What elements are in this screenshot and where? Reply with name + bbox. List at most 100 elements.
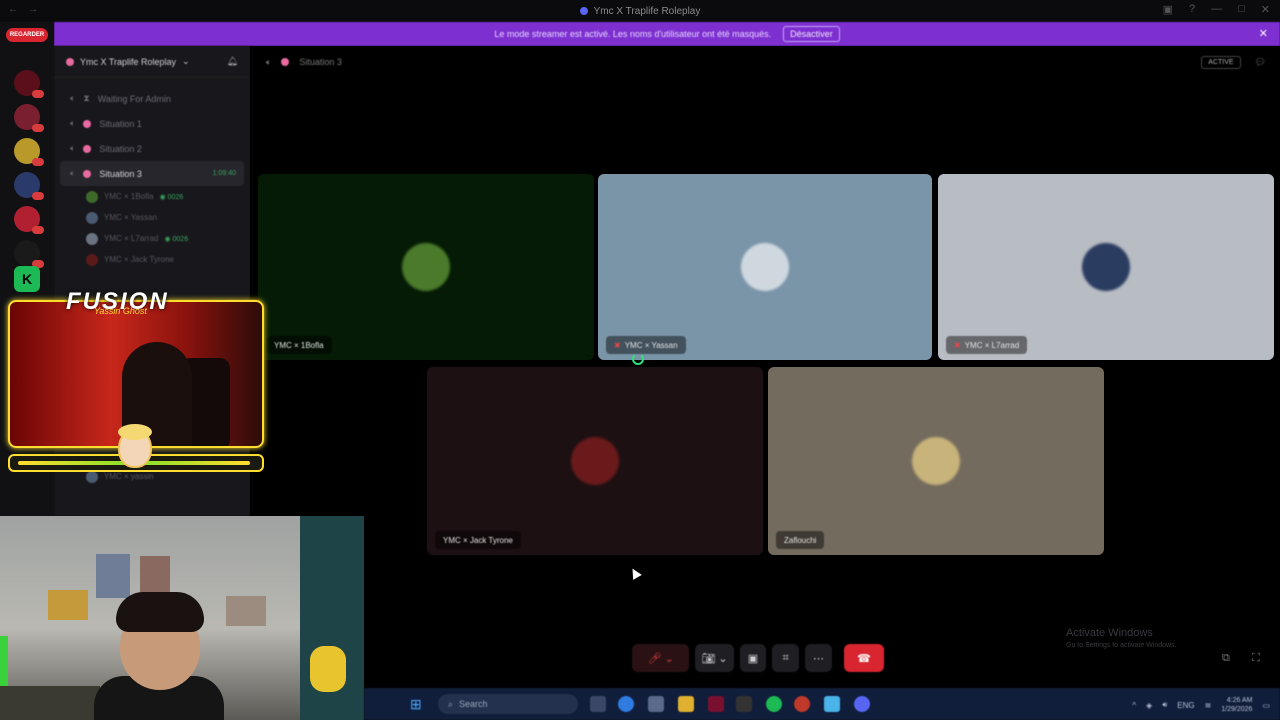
chat-bubble-icon[interactable]: 💬︎ bbox=[1255, 57, 1266, 68]
wall-poster bbox=[140, 556, 170, 596]
server-icon[interactable] bbox=[14, 206, 44, 234]
close-window-icon[interactable]: ✕ bbox=[1261, 3, 1270, 16]
participant-tile[interactable]: Zaflouchi bbox=[768, 367, 1104, 555]
file-explorer-icon[interactable] bbox=[678, 696, 694, 712]
wifi-icon[interactable]: ≋ bbox=[1205, 701, 1212, 710]
bell-icon[interactable]: 🔔︎ bbox=[227, 56, 238, 67]
speaker-icon: 🔈︎ bbox=[266, 56, 272, 67]
activate-windows-watermark: Activate Windows Go to Settings to activ… bbox=[1066, 627, 1177, 649]
participant-nametag: ✖ YMC × Yassan bbox=[606, 336, 686, 354]
window-title: Ymc X Traplife Roleplay bbox=[579, 6, 700, 17]
server-icon[interactable] bbox=[14, 70, 44, 98]
app-icon[interactable] bbox=[824, 696, 840, 712]
hang-up-button[interactable]: ☎ bbox=[843, 644, 885, 672]
voice-channel-situation-3[interactable]: 🔈︎ Situation 3 1:09:40 bbox=[60, 161, 244, 186]
voice-channel-waiting[interactable]: 🔈︎ ⧗ Waiting For Admin bbox=[54, 86, 250, 111]
activities-button[interactable]: ⌗ bbox=[772, 644, 800, 672]
voice-channel-situation-1[interactable]: 🔈︎ Situation 1 bbox=[54, 111, 250, 136]
help-icon[interactable]: ? bbox=[1189, 3, 1195, 16]
member-name: YMC × L7arrad bbox=[104, 234, 159, 243]
server-header[interactable]: Ymc X Traplife Roleplay ⌄ 🔔︎ bbox=[54, 46, 250, 78]
channel-timer: 1:09:40 bbox=[212, 170, 236, 177]
nav-arrows: ← → bbox=[8, 4, 38, 15]
participant-nametag: Zaflouchi bbox=[776, 531, 825, 549]
taskbar-search[interactable]: ⌕ Search bbox=[438, 694, 578, 714]
inbox-icon[interactable]: ▣ bbox=[1163, 3, 1173, 16]
participant-tile[interactable]: YMC × Jack Tyrone bbox=[427, 367, 763, 555]
voice-channel-situation-2[interactable]: 🔈︎ Situation 2 bbox=[54, 136, 250, 161]
more-icon: ⋯ bbox=[812, 652, 824, 665]
back-arrow-icon[interactable]: ← bbox=[8, 4, 18, 15]
voice-member[interactable]: YMC × Yassan bbox=[54, 207, 250, 228]
pink-dot-icon bbox=[83, 119, 92, 128]
person-hair bbox=[116, 592, 204, 632]
clock[interactable]: 4:26 AM 1/29/2026 bbox=[1221, 696, 1252, 714]
network-icon[interactable]: ◈ bbox=[1146, 701, 1152, 710]
speaker-icon: 🔈︎ bbox=[70, 143, 76, 153]
app-icon[interactable] bbox=[794, 696, 810, 712]
chevron-up-icon[interactable]: ^ bbox=[1132, 701, 1136, 710]
speaker-icon: 🔈︎ bbox=[70, 93, 76, 103]
store-icon[interactable] bbox=[648, 696, 664, 712]
voice-member[interactable]: YMC × 1Bofla ◉ 0026 bbox=[54, 186, 250, 207]
loading-spinner-icon bbox=[632, 353, 644, 365]
avatar bbox=[86, 253, 98, 266]
app-icon[interactable] bbox=[708, 696, 724, 712]
disable-streamer-mode-button[interactable]: Désactiver bbox=[783, 26, 840, 42]
screen: ← → Ymc X Traplife Roleplay ▣ ? — □ ✕ Le… bbox=[0, 0, 1280, 720]
webcam-feed bbox=[0, 516, 364, 720]
notification-icon[interactable]: ▭ bbox=[1262, 701, 1270, 710]
discord-icon[interactable] bbox=[854, 696, 870, 712]
member-name: YMC × yassin bbox=[104, 472, 154, 481]
status-pill[interactable]: ACTIVE bbox=[1201, 55, 1241, 69]
server-icon[interactable] bbox=[14, 104, 44, 132]
popout-icon[interactable]: ⧉ bbox=[1222, 652, 1230, 665]
more-options-button[interactable]: ⋯ bbox=[805, 644, 832, 672]
participant-name: Zaflouchi bbox=[784, 535, 817, 545]
hourglass-icon: ⧗ bbox=[83, 93, 90, 103]
search-icon: ⌕ bbox=[448, 698, 454, 709]
title-bar: ← → Ymc X Traplife Roleplay ▣ ? — □ ✕ bbox=[0, 0, 1280, 22]
kick-server-icon[interactable]: K bbox=[14, 266, 40, 292]
server-icon[interactable] bbox=[14, 172, 44, 200]
participant-tile[interactable]: ✖ YMC × L7arrad bbox=[938, 174, 1274, 360]
maximize-icon[interactable]: □ bbox=[1238, 3, 1245, 16]
voice-member[interactable]: YMC × L7arrad ◉ 0026 bbox=[54, 228, 250, 249]
participant-tile[interactable]: YMC × 1Bofla bbox=[258, 174, 594, 360]
memoji-avatar-icon bbox=[118, 424, 152, 468]
mic-off-icon: 🎤︎ ⌄ bbox=[647, 652, 674, 665]
language-indicator[interactable]: ENG bbox=[1177, 701, 1194, 710]
forward-arrow-icon[interactable]: → bbox=[28, 4, 38, 15]
avatar bbox=[912, 437, 960, 485]
desk bbox=[0, 686, 100, 720]
participant-name: YMC × L7arrad bbox=[964, 340, 1020, 350]
live-badge[interactable]: REGARDER bbox=[6, 28, 48, 42]
member-name: YMC × Yassan bbox=[104, 213, 157, 222]
volume-icon[interactable]: 🔊︎ bbox=[1162, 700, 1167, 710]
fullscreen-icon[interactable]: ⛶ bbox=[1252, 652, 1260, 665]
spotify-icon[interactable] bbox=[766, 696, 782, 712]
call-controls: 🎤︎ ⌄ 📷︎ ⌄ ▣ ⌗ ⋯ ☎ bbox=[632, 642, 885, 674]
windows-start-icon[interactable]: ⊞ bbox=[410, 696, 426, 712]
close-banner-icon[interactable]: ✕ bbox=[1259, 27, 1268, 40]
server-icon[interactable] bbox=[14, 138, 44, 166]
participant-name: YMC × Jack Tyrone bbox=[443, 535, 513, 545]
mute-mic-button[interactable]: 🎤︎ ⌄ bbox=[632, 644, 690, 672]
voice-member[interactable]: YMC × Jack Tyrone bbox=[54, 249, 250, 270]
edge-icon[interactable] bbox=[618, 696, 634, 712]
member-tag: ◉ 0026 bbox=[159, 193, 184, 201]
screen-share-button[interactable]: ▣ bbox=[739, 644, 767, 672]
call-view: 🔈︎ Situation 3 ACTIVE 💬︎ bbox=[250, 46, 1280, 686]
minimize-icon[interactable]: — bbox=[1211, 3, 1222, 16]
streamer-mode-banner: Le mode streamer est activé. Les noms d'… bbox=[54, 22, 1280, 46]
avatar bbox=[1082, 243, 1130, 291]
task-view-icon[interactable] bbox=[590, 696, 606, 712]
app-icon[interactable] bbox=[736, 696, 752, 712]
avatar bbox=[86, 190, 98, 203]
channel-label: Situation 1 bbox=[99, 118, 142, 129]
camera-button[interactable]: 📷︎ ⌄ bbox=[695, 644, 734, 672]
avatar bbox=[741, 243, 789, 291]
server-icon[interactable] bbox=[14, 240, 44, 268]
muted-mic-icon: ✖ bbox=[614, 340, 621, 350]
participant-tile[interactable]: ✖ YMC × Yassan bbox=[598, 174, 932, 360]
